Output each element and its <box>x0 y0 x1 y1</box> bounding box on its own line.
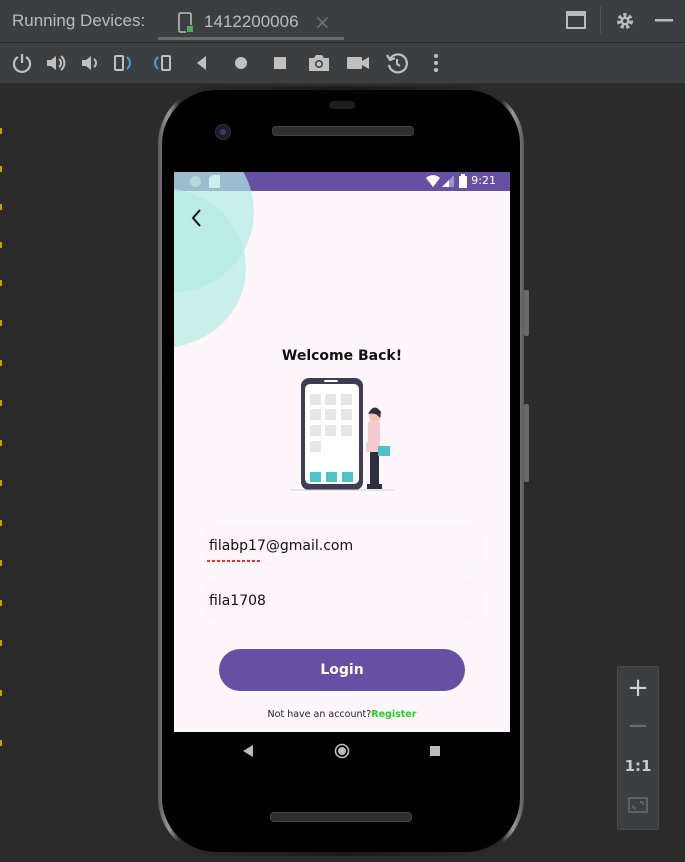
device-icon <box>178 12 193 33</box>
phone-bottom-speaker <box>270 812 412 822</box>
window-layout-icon[interactable] <box>566 10 586 30</box>
zoom-in-button[interactable]: + <box>618 669 658 707</box>
login-button[interactable]: Login <box>219 649 465 691</box>
register-link[interactable]: Register <box>371 709 416 720</box>
more-icon[interactable] <box>424 51 448 75</box>
gear-icon[interactable] <box>614 10 636 32</box>
battery-icon <box>459 174 467 188</box>
device-tab[interactable]: 1412200006 × <box>158 4 344 40</box>
password-input[interactable] <box>207 578 481 624</box>
fit-screen-icon[interactable] <box>628 795 648 815</box>
welcome-title: Welcome Back! <box>281 348 403 364</box>
wifi-icon <box>426 175 440 187</box>
back-icon[interactable] <box>190 51 214 75</box>
device-screen[interactable]: 9:21 Welcome Back! filabp17@gmail.com fi… <box>174 172 510 732</box>
phone-power-button <box>524 290 529 336</box>
zoom-out-button[interactable]: − <box>618 707 658 745</box>
device-toolbar <box>0 43 685 84</box>
volume-down-icon[interactable] <box>78 51 102 75</box>
rotate-right-icon[interactable] <box>150 51 174 75</box>
minimize-icon[interactable] <box>654 10 674 30</box>
home-icon[interactable] <box>229 51 253 75</box>
gutter-markers <box>0 84 3 862</box>
title-separator <box>600 6 601 34</box>
email-input[interactable] <box>207 523 481 569</box>
close-tab-icon[interactable]: × <box>314 10 331 34</box>
device-tab-label: 1412200006 <box>204 12 299 31</box>
screenshot-icon[interactable] <box>307 51 331 75</box>
password-field[interactable] <box>200 578 486 624</box>
phone-volume-button <box>524 404 529 482</box>
android-nav-bar <box>174 732 510 770</box>
overview-icon[interactable] <box>268 51 292 75</box>
screen-record-icon[interactable] <box>346 51 370 75</box>
tab-underline <box>158 37 344 40</box>
back-arrow-icon[interactable] <box>188 206 208 230</box>
nav-overview-icon[interactable] <box>429 745 441 757</box>
rotate-left-icon[interactable] <box>112 51 136 75</box>
login-illustration <box>290 378 394 491</box>
zoom-controls: + − 1:1 <box>617 666 659 830</box>
register-prompt-line: Not have an account?Register <box>174 709 510 720</box>
signal-icon <box>442 175 454 187</box>
spellcheck-underline <box>207 560 262 562</box>
title-bar: Running Devices: 1412200006 × <box>0 0 685 43</box>
register-prompt: Not have an account? <box>267 709 372 720</box>
power-icon[interactable] <box>10 51 34 75</box>
nav-home-icon[interactable] <box>334 743 350 759</box>
front-camera <box>215 124 231 140</box>
zoom-actual-size-button[interactable]: 1:1 <box>618 747 658 785</box>
phone-top-speaker <box>272 126 414 136</box>
snapshot-icon[interactable] <box>385 51 409 75</box>
phone-earpiece <box>329 101 355 109</box>
running-devices-title: Running Devices: <box>12 11 146 30</box>
volume-up-icon[interactable] <box>44 51 68 75</box>
nav-back-icon[interactable] <box>242 745 254 757</box>
status-time: 9:21 <box>471 174 496 187</box>
